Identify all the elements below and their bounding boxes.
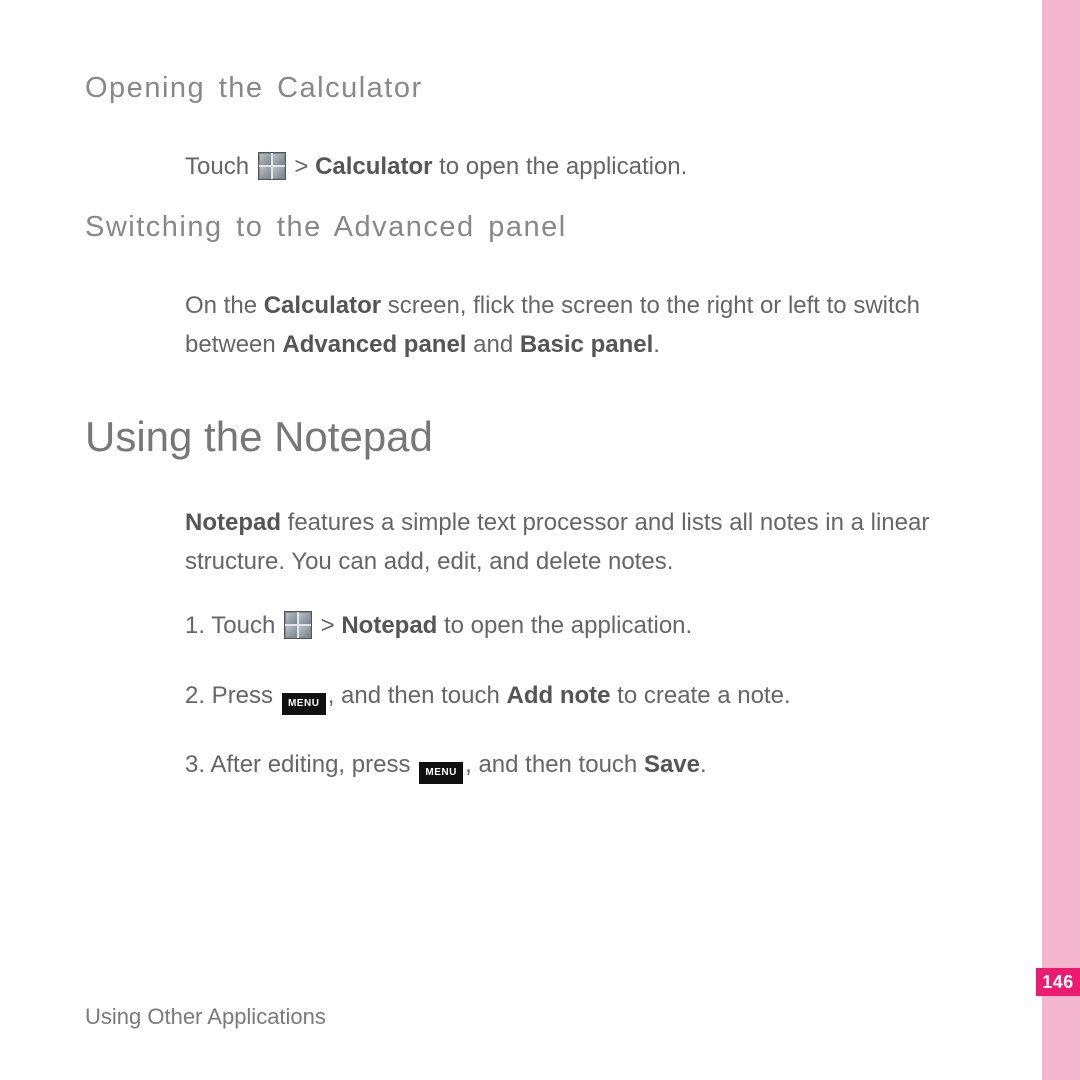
- text-bold: Calculator: [315, 153, 432, 180]
- text: Touch: [185, 153, 256, 180]
- heading-using-notepad: Using the Notepad: [85, 413, 990, 461]
- text: 1. Touch: [185, 612, 282, 639]
- footer-chapter-title: Using Other Applications: [85, 1004, 326, 1030]
- text: .: [653, 331, 660, 358]
- text: features a simple text processor and lis…: [185, 509, 929, 576]
- text: to open the application.: [437, 612, 692, 639]
- text: >: [288, 153, 315, 180]
- menu-button-icon: MENU: [419, 762, 463, 784]
- text-bold: Basic panel: [520, 331, 653, 358]
- text: , and then touch: [328, 682, 507, 709]
- text: to open the application.: [432, 153, 687, 180]
- menu-button-icon: MENU: [282, 693, 326, 715]
- text: 2. Press: [185, 682, 280, 709]
- side-stripe: [1042, 0, 1080, 1080]
- page-content: Opening the Calculator Touch > Calculato…: [85, 72, 990, 815]
- step-2: 2. Press MENU, and then touch Add note t…: [185, 676, 990, 716]
- para-switch-advanced: On the Calculator screen, flick the scre…: [185, 286, 990, 365]
- apps-grid-icon: [258, 152, 286, 180]
- text: On the: [185, 292, 264, 319]
- text: and: [466, 331, 519, 358]
- step-3: 3. After editing, press MENU, and then t…: [185, 745, 990, 785]
- text-bold: Calculator: [264, 292, 381, 319]
- text-bold: Advanced panel: [282, 331, 466, 358]
- heading-switch-advanced: Switching to the Advanced panel: [85, 211, 990, 244]
- text-bold: Save: [644, 751, 700, 778]
- step-1: 1. Touch > Notepad to open the applicati…: [185, 606, 990, 646]
- text-bold: Notepad: [185, 509, 281, 536]
- text-bold: Add note: [507, 682, 611, 709]
- para-notepad-intro: Notepad features a simple text processor…: [185, 503, 990, 582]
- apps-grid-icon: [284, 611, 312, 639]
- text: to create a note.: [611, 682, 791, 709]
- text: .: [700, 751, 707, 778]
- text: >: [314, 612, 341, 639]
- page-number-badge: 146: [1036, 968, 1080, 996]
- text: , and then touch: [465, 751, 644, 778]
- text-bold: Notepad: [341, 612, 437, 639]
- text: 3. After editing, press: [185, 751, 417, 778]
- para-open-calculator: Touch > Calculator to open the applicati…: [185, 147, 990, 187]
- heading-opening-calculator: Opening the Calculator: [85, 72, 990, 105]
